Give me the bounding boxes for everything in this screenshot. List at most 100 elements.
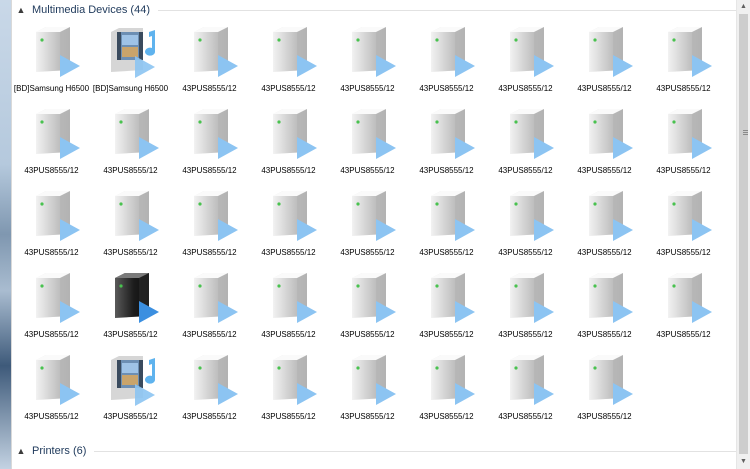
media-server-icon <box>267 272 325 330</box>
group-header-printers[interactable]: ▲ Printers (6) <box>12 442 736 460</box>
collapse-chevron-icon[interactable]: ▲ <box>14 5 28 15</box>
device-tile[interactable]: 43PUS8555/12 <box>328 184 407 266</box>
device-tile[interactable]: 43PUS8555/12 <box>328 348 407 430</box>
device-tile[interactable]: 43PUS8555/12 <box>328 102 407 184</box>
device-label: 43PUS8555/12 <box>340 84 395 93</box>
device-tile[interactable]: 43PUS8555/12 <box>91 184 170 266</box>
device-tile[interactable]: 43PUS8555/12 <box>328 20 407 102</box>
device-tile[interactable]: 43PUS8555/12 <box>407 348 486 430</box>
device-tile[interactable]: 43PUS8555/12 <box>407 266 486 348</box>
device-tile[interactable]: 43PUS8555/12 <box>12 266 91 348</box>
device-tile[interactable]: 43PUS8555/12 <box>486 20 565 102</box>
device-label: 43PUS8555/12 <box>656 248 711 257</box>
device-tile[interactable]: 43PUS8555/12 <box>407 184 486 266</box>
group-header-multimedia-devices[interactable]: ▲ Multimedia Devices (44) <box>12 1 736 19</box>
device-tile[interactable]: 43PUS8555/12 <box>565 20 644 102</box>
media-server-icon <box>425 190 483 248</box>
vertical-scrollbar[interactable]: ▲ ▼ <box>736 0 750 469</box>
media-server-icon <box>267 354 325 412</box>
device-label: 43PUS8555/12 <box>577 166 632 175</box>
device-label: 43PUS8555/12 <box>577 330 632 339</box>
device-tile[interactable]: 43PUS8555/12 <box>328 266 407 348</box>
device-label: 43PUS8555/12 <box>340 248 395 257</box>
media-server-icon <box>504 272 562 330</box>
device-tile[interactable]: 43PUS8555/12 <box>486 348 565 430</box>
media-server-icon <box>583 190 641 248</box>
device-tile[interactable]: 43PUS8555/12 <box>249 102 328 184</box>
collapse-chevron-icon[interactable]: ▲ <box>14 446 28 456</box>
device-label: 43PUS8555/12 <box>182 248 237 257</box>
device-tile[interactable]: 43PUS8555/12 <box>91 266 170 348</box>
device-label: 43PUS8555/12 <box>261 330 316 339</box>
device-tile[interactable]: 43PUS8555/12 <box>170 348 249 430</box>
device-tile[interactable]: 43PUS8555/12 <box>644 20 723 102</box>
media-server-icon <box>662 190 720 248</box>
media-server-icon <box>346 108 404 166</box>
device-tile[interactable]: 43PUS8555/12 <box>170 266 249 348</box>
device-tile[interactable]: 43PUS8555/12 <box>91 102 170 184</box>
media-server-icon <box>662 26 720 84</box>
device-label: 43PUS8555/12 <box>182 166 237 175</box>
device-tile[interactable]: 43PUS8555/12 <box>12 102 91 184</box>
device-tile[interactable]: [BD]Samsung H6500 <box>12 20 91 102</box>
device-tile[interactable]: 43PUS8555/12 <box>249 20 328 102</box>
device-tile[interactable]: 43PUS8555/12 <box>170 20 249 102</box>
group-title: Multimedia Devices (44) <box>32 4 150 16</box>
media-server-icon <box>30 190 88 248</box>
media-server-icon <box>346 272 404 330</box>
scroll-down-arrow-icon[interactable]: ▼ <box>737 455 750 469</box>
media-server-icon <box>188 26 246 84</box>
media-server-icon <box>267 26 325 84</box>
device-label: 43PUS8555/12 <box>182 84 237 93</box>
device-label: 43PUS8555/12 <box>261 166 316 175</box>
device-label: 43PUS8555/12 <box>103 166 158 175</box>
device-tile[interactable]: 43PUS8555/12 <box>170 184 249 266</box>
device-label: [BD]Samsung H6500 <box>92 84 169 93</box>
device-tile[interactable]: 43PUS8555/12 <box>12 348 91 430</box>
device-tile[interactable]: 43PUS8555/12 <box>249 348 328 430</box>
device-tile[interactable]: 43PUS8555/12 <box>486 266 565 348</box>
device-label: 43PUS8555/12 <box>577 412 632 421</box>
device-tile[interactable]: 43PUS8555/12 <box>170 102 249 184</box>
media-server-icon <box>504 190 562 248</box>
media-server-icon <box>425 108 483 166</box>
media-video-music-icon <box>109 354 167 412</box>
device-label: 43PUS8555/12 <box>498 330 553 339</box>
scroll-up-arrow-icon[interactable]: ▲ <box>737 0 750 14</box>
device-tile[interactable]: 43PUS8555/12 <box>565 348 644 430</box>
device-tile[interactable]: [BD]Samsung H6500 <box>91 20 170 102</box>
device-tile[interactable]: 43PUS8555/12 <box>644 266 723 348</box>
device-tile[interactable]: 43PUS8555/12 <box>486 102 565 184</box>
device-tile[interactable]: 43PUS8555/12 <box>644 184 723 266</box>
device-tile[interactable]: 43PUS8555/12 <box>565 102 644 184</box>
media-server-icon <box>425 272 483 330</box>
group-divider <box>94 450 736 452</box>
media-server-icon <box>346 190 404 248</box>
device-tile[interactable]: 43PUS8555/12 <box>565 184 644 266</box>
device-tile[interactable]: 43PUS8555/12 <box>249 184 328 266</box>
device-tile[interactable]: 43PUS8555/12 <box>644 102 723 184</box>
desktop-background-strip <box>0 0 12 469</box>
media-server-icon <box>425 26 483 84</box>
media-server-icon <box>267 190 325 248</box>
device-tile[interactable]: 43PUS8555/12 <box>249 266 328 348</box>
scrollbar-thumb[interactable] <box>739 14 748 454</box>
media-server-icon <box>504 108 562 166</box>
device-tile[interactable]: 43PUS8555/12 <box>91 348 170 430</box>
media-server-icon <box>583 26 641 84</box>
device-label: 43PUS8555/12 <box>656 330 711 339</box>
device-tile[interactable]: 43PUS8555/12 <box>407 20 486 102</box>
device-tile[interactable]: 43PUS8555/12 <box>486 184 565 266</box>
device-label: 43PUS8555/12 <box>261 84 316 93</box>
media-server-icon <box>504 354 562 412</box>
device-tile[interactable]: 43PUS8555/12 <box>12 184 91 266</box>
media-server-icon <box>188 272 246 330</box>
device-label: 43PUS8555/12 <box>103 330 158 339</box>
device-tile[interactable]: 43PUS8555/12 <box>407 102 486 184</box>
device-tile[interactable]: 43PUS8555/12 <box>565 266 644 348</box>
media-server-icon <box>662 272 720 330</box>
device-label: 43PUS8555/12 <box>419 412 474 421</box>
device-label: 43PUS8555/12 <box>419 248 474 257</box>
device-label: [BD]Samsung H6500 <box>13 84 90 93</box>
device-label: 43PUS8555/12 <box>577 84 632 93</box>
